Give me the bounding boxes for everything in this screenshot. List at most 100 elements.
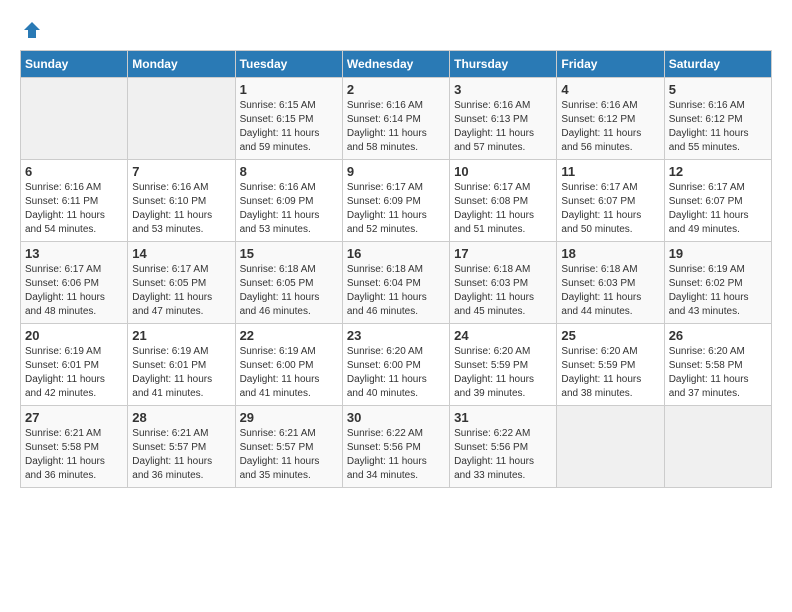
day-header-wednesday: Wednesday	[342, 51, 449, 78]
day-info: Sunrise: 6:21 AMSunset: 5:57 PMDaylight:…	[132, 427, 230, 483]
day-info: Sunrise: 6:18 AMSunset: 6:05 PMDaylight:…	[240, 263, 338, 319]
day-number: 3	[454, 82, 552, 97]
calendar-cell: 16 Sunrise: 6:18 AMSunset: 6:04 PMDayligh…	[342, 242, 449, 324]
calendar-cell: 13Sunrise: 6:17 AMSunset: 6:06 PMDayligh…	[21, 242, 128, 324]
calendar-cell: 7 Sunrise: 6:16 AMSunset: 6:10 PMDaylight…	[128, 160, 235, 242]
day-info: Sunrise: 6:16 AMSunset: 6:10 PMDaylight:…	[132, 181, 230, 237]
day-info: Sunrise: 6:18 AMSunset: 6:03 PMDaylight:…	[561, 263, 659, 319]
day-info: Sunrise: 6:17 AMSunset: 6:07 PMDaylight:…	[669, 181, 767, 237]
calendar-cell: 20 Sunrise: 6:19 AMSunset: 6:01 PMDayligh…	[21, 324, 128, 406]
day-info: Sunrise: 6:18 AMSunset: 6:04 PMDaylight:…	[347, 263, 445, 319]
day-number: 8	[240, 164, 338, 179]
calendar-cell: 12 Sunrise: 6:17 AMSunset: 6:07 PMDayligh…	[664, 160, 771, 242]
calendar-cell: 8 Sunrise: 6:16 AMSunset: 6:09 PMDaylight…	[235, 160, 342, 242]
calendar-week-row: 20 Sunrise: 6:19 AMSunset: 6:01 PMDayligh…	[21, 324, 772, 406]
calendar-cell	[664, 406, 771, 488]
day-number: 30	[347, 410, 445, 425]
calendar-cell: 30Sunrise: 6:22 AMSunset: 5:56 PMDayligh…	[342, 406, 449, 488]
day-number: 11	[561, 164, 659, 179]
day-number: 15	[240, 246, 338, 261]
day-number: 5	[669, 82, 767, 97]
calendar-cell: 23 Sunrise: 6:20 AMSunset: 6:00 PMDayligh…	[342, 324, 449, 406]
day-info: Sunrise: 6:15 AMSunset: 6:15 PMDaylight:…	[240, 99, 338, 155]
calendar-cell: 6Sunrise: 6:16 AMSunset: 6:11 PMDaylight…	[21, 160, 128, 242]
day-header-saturday: Saturday	[664, 51, 771, 78]
day-number: 23	[347, 328, 445, 343]
day-info: Sunrise: 6:19 AMSunset: 6:01 PMDaylight:…	[25, 345, 123, 401]
calendar-week-row: 13Sunrise: 6:17 AMSunset: 6:06 PMDayligh…	[21, 242, 772, 324]
day-info: Sunrise: 6:17 AMSunset: 6:09 PMDaylight:…	[347, 181, 445, 237]
page-header	[20, 20, 772, 40]
calendar-cell: 18Sunrise: 6:18 AMSunset: 6:03 PMDayligh…	[557, 242, 664, 324]
calendar-cell: 27 Sunrise: 6:21 AMSunset: 5:58 PMDayligh…	[21, 406, 128, 488]
day-info: Sunrise: 6:16 AMSunset: 6:09 PMDaylight:…	[240, 181, 338, 237]
calendar-cell: 19 Sunrise: 6:19 AMSunset: 6:02 PMDayligh…	[664, 242, 771, 324]
day-info: Sunrise: 6:20 AMSunset: 5:59 PMDaylight:…	[561, 345, 659, 401]
day-info: Sunrise: 6:17 AMSunset: 6:08 PMDaylight:…	[454, 181, 552, 237]
day-info: Sunrise: 6:16 AMSunset: 6:12 PMDaylight:…	[561, 99, 659, 155]
calendar-cell: 1 Sunrise: 6:15 AMSunset: 6:15 PMDaylight…	[235, 78, 342, 160]
day-info: Sunrise: 6:17 AMSunset: 6:07 PMDaylight:…	[561, 181, 659, 237]
day-number: 28	[132, 410, 230, 425]
day-info: Sunrise: 6:19 AMSunset: 6:01 PMDaylight:…	[132, 345, 230, 401]
day-info: Sunrise: 6:17 AMSunset: 6:05 PMDaylight:…	[132, 263, 230, 319]
day-number: 25	[561, 328, 659, 343]
day-info: Sunrise: 6:20 AMSunset: 5:58 PMDaylight:…	[669, 345, 767, 401]
day-info: Sunrise: 6:16 AMSunset: 6:12 PMDaylight:…	[669, 99, 767, 155]
day-info: Sunrise: 6:21 AMSunset: 5:58 PMDaylight:…	[25, 427, 123, 483]
day-number: 2	[347, 82, 445, 97]
day-number: 20	[25, 328, 123, 343]
calendar-cell: 4 Sunrise: 6:16 AMSunset: 6:12 PMDaylight…	[557, 78, 664, 160]
calendar-cell: 5 Sunrise: 6:16 AMSunset: 6:12 PMDaylight…	[664, 78, 771, 160]
day-number: 13	[25, 246, 123, 261]
logo-icon	[22, 20, 42, 40]
logo	[20, 20, 44, 40]
calendar-table: SundayMondayTuesdayWednesdayThursdayFrid…	[20, 50, 772, 488]
day-number: 29	[240, 410, 338, 425]
calendar-week-row: 6Sunrise: 6:16 AMSunset: 6:11 PMDaylight…	[21, 160, 772, 242]
day-number: 1	[240, 82, 338, 97]
day-info: Sunrise: 6:21 AMSunset: 5:57 PMDaylight:…	[240, 427, 338, 483]
calendar-cell: 14 Sunrise: 6:17 AMSunset: 6:05 PMDayligh…	[128, 242, 235, 324]
day-info: Sunrise: 6:16 AMSunset: 6:13 PMDaylight:…	[454, 99, 552, 155]
calendar-cell: 31Sunrise: 6:22 AMSunset: 5:56 PMDayligh…	[450, 406, 557, 488]
calendar-cell: 21 Sunrise: 6:19 AMSunset: 6:01 PMDayligh…	[128, 324, 235, 406]
day-info: Sunrise: 6:19 AMSunset: 6:02 PMDaylight:…	[669, 263, 767, 319]
calendar-cell: 24 Sunrise: 6:20 AMSunset: 5:59 PMDayligh…	[450, 324, 557, 406]
calendar-cell	[128, 78, 235, 160]
day-header-tuesday: Tuesday	[235, 51, 342, 78]
calendar-cell: 3 Sunrise: 6:16 AMSunset: 6:13 PMDaylight…	[450, 78, 557, 160]
day-number: 22	[240, 328, 338, 343]
day-header-monday: Monday	[128, 51, 235, 78]
calendar-cell: 9 Sunrise: 6:17 AMSunset: 6:09 PMDaylight…	[342, 160, 449, 242]
calendar-cell: 22 Sunrise: 6:19 AMSunset: 6:00 PMDayligh…	[235, 324, 342, 406]
calendar-cell	[21, 78, 128, 160]
day-number: 16	[347, 246, 445, 261]
calendar-cell: 28 Sunrise: 6:21 AMSunset: 5:57 PMDayligh…	[128, 406, 235, 488]
day-info: Sunrise: 6:16 AMSunset: 6:14 PMDaylight:…	[347, 99, 445, 155]
day-info: Sunrise: 6:20 AMSunset: 5:59 PMDaylight:…	[454, 345, 552, 401]
day-info: Sunrise: 6:20 AMSunset: 6:00 PMDaylight:…	[347, 345, 445, 401]
day-header-friday: Friday	[557, 51, 664, 78]
calendar-header-row: SundayMondayTuesdayWednesdayThursdayFrid…	[21, 51, 772, 78]
day-number: 21	[132, 328, 230, 343]
day-number: 12	[669, 164, 767, 179]
day-number: 4	[561, 82, 659, 97]
day-number: 31	[454, 410, 552, 425]
day-number: 9	[347, 164, 445, 179]
day-number: 17	[454, 246, 552, 261]
calendar-cell: 29 Sunrise: 6:21 AMSunset: 5:57 PMDayligh…	[235, 406, 342, 488]
day-info: Sunrise: 6:19 AMSunset: 6:00 PMDaylight:…	[240, 345, 338, 401]
calendar-cell: 26 Sunrise: 6:20 AMSunset: 5:58 PMDayligh…	[664, 324, 771, 406]
day-number: 24	[454, 328, 552, 343]
day-header-thursday: Thursday	[450, 51, 557, 78]
calendar-week-row: 1 Sunrise: 6:15 AMSunset: 6:15 PMDaylight…	[21, 78, 772, 160]
day-header-sunday: Sunday	[21, 51, 128, 78]
calendar-week-row: 27 Sunrise: 6:21 AMSunset: 5:58 PMDayligh…	[21, 406, 772, 488]
day-number: 10	[454, 164, 552, 179]
day-number: 27	[25, 410, 123, 425]
day-number: 14	[132, 246, 230, 261]
day-number: 26	[669, 328, 767, 343]
day-number: 7	[132, 164, 230, 179]
day-number: 19	[669, 246, 767, 261]
